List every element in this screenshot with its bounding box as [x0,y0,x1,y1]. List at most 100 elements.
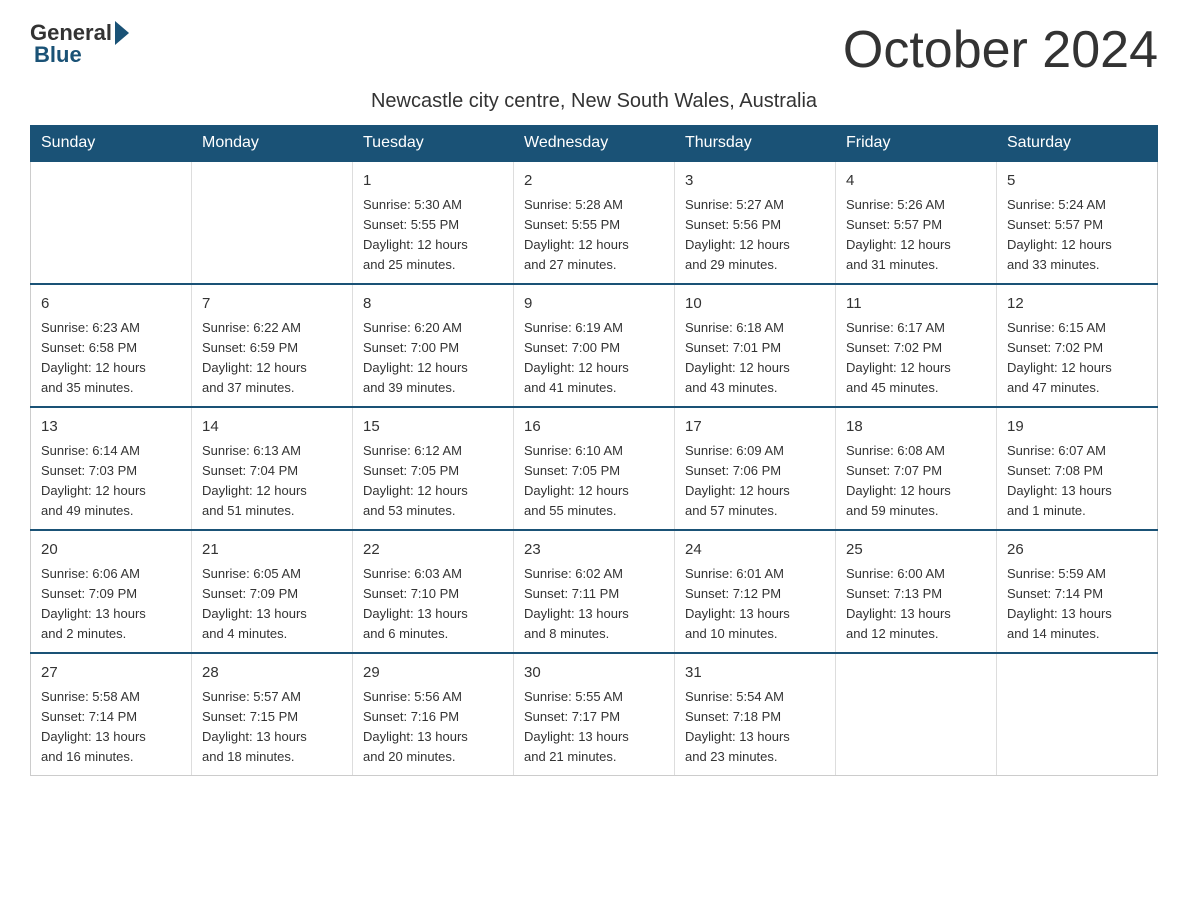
calendar-cell: 11Sunrise: 6:17 AMSunset: 7:02 PMDayligh… [836,284,997,407]
calendar-week-row: 27Sunrise: 5:58 AMSunset: 7:14 PMDayligh… [31,653,1158,776]
day-info: Sunrise: 6:22 AMSunset: 6:59 PMDaylight:… [202,318,342,399]
location-subtitle: Newcastle city centre, New South Wales, … [30,90,1158,113]
calendar-cell: 7Sunrise: 6:22 AMSunset: 6:59 PMDaylight… [192,284,353,407]
day-number: 25 [846,539,986,562]
day-number: 17 [685,416,825,439]
calendar-cell: 26Sunrise: 5:59 AMSunset: 7:14 PMDayligh… [997,530,1158,653]
day-number: 6 [41,293,181,316]
day-number: 23 [524,539,664,562]
calendar-cell: 24Sunrise: 6:01 AMSunset: 7:12 PMDayligh… [675,530,836,653]
day-info: Sunrise: 6:13 AMSunset: 7:04 PMDaylight:… [202,441,342,522]
calendar-cell [192,161,353,284]
calendar-cell: 29Sunrise: 5:56 AMSunset: 7:16 PMDayligh… [353,653,514,776]
calendar-header-sunday: Sunday [31,126,192,162]
day-number: 29 [363,662,503,685]
calendar-cell: 30Sunrise: 5:55 AMSunset: 7:17 PMDayligh… [514,653,675,776]
day-number: 3 [685,170,825,193]
calendar-cell: 16Sunrise: 6:10 AMSunset: 7:05 PMDayligh… [514,407,675,530]
day-info: Sunrise: 5:54 AMSunset: 7:18 PMDaylight:… [685,687,825,768]
calendar-cell: 20Sunrise: 6:06 AMSunset: 7:09 PMDayligh… [31,530,192,653]
day-number: 24 [685,539,825,562]
day-number: 2 [524,170,664,193]
day-number: 15 [363,416,503,439]
day-number: 5 [1007,170,1147,193]
calendar-cell: 31Sunrise: 5:54 AMSunset: 7:18 PMDayligh… [675,653,836,776]
calendar-cell: 25Sunrise: 6:00 AMSunset: 7:13 PMDayligh… [836,530,997,653]
calendar-week-row: 6Sunrise: 6:23 AMSunset: 6:58 PMDaylight… [31,284,1158,407]
calendar-cell: 5Sunrise: 5:24 AMSunset: 5:57 PMDaylight… [997,161,1158,284]
calendar-header-monday: Monday [192,126,353,162]
day-number: 28 [202,662,342,685]
day-info: Sunrise: 6:05 AMSunset: 7:09 PMDaylight:… [202,564,342,645]
day-info: Sunrise: 6:06 AMSunset: 7:09 PMDaylight:… [41,564,181,645]
day-number: 19 [1007,416,1147,439]
day-info: Sunrise: 6:18 AMSunset: 7:01 PMDaylight:… [685,318,825,399]
day-number: 7 [202,293,342,316]
calendar-cell: 14Sunrise: 6:13 AMSunset: 7:04 PMDayligh… [192,407,353,530]
day-info: Sunrise: 5:24 AMSunset: 5:57 PMDaylight:… [1007,195,1147,276]
day-info: Sunrise: 6:14 AMSunset: 7:03 PMDaylight:… [41,441,181,522]
day-number: 20 [41,539,181,562]
day-number: 11 [846,293,986,316]
day-info: Sunrise: 6:07 AMSunset: 7:08 PMDaylight:… [1007,441,1147,522]
day-number: 31 [685,662,825,685]
day-info: Sunrise: 5:27 AMSunset: 5:56 PMDaylight:… [685,195,825,276]
day-info: Sunrise: 5:30 AMSunset: 5:55 PMDaylight:… [363,195,503,276]
calendar-cell: 9Sunrise: 6:19 AMSunset: 7:00 PMDaylight… [514,284,675,407]
logo-arrow-icon [115,21,129,45]
day-info: Sunrise: 6:15 AMSunset: 7:02 PMDaylight:… [1007,318,1147,399]
calendar-cell [31,161,192,284]
calendar-header-tuesday: Tuesday [353,126,514,162]
calendar-cell: 21Sunrise: 6:05 AMSunset: 7:09 PMDayligh… [192,530,353,653]
day-info: Sunrise: 5:59 AMSunset: 7:14 PMDaylight:… [1007,564,1147,645]
day-number: 13 [41,416,181,439]
calendar-cell: 8Sunrise: 6:20 AMSunset: 7:00 PMDaylight… [353,284,514,407]
day-info: Sunrise: 6:01 AMSunset: 7:12 PMDaylight:… [685,564,825,645]
calendar-header-saturday: Saturday [997,126,1158,162]
calendar-cell: 27Sunrise: 5:58 AMSunset: 7:14 PMDayligh… [31,653,192,776]
calendar-cell: 23Sunrise: 6:02 AMSunset: 7:11 PMDayligh… [514,530,675,653]
logo-blue-text: Blue [30,42,82,68]
day-info: Sunrise: 6:09 AMSunset: 7:06 PMDaylight:… [685,441,825,522]
day-info: Sunrise: 6:00 AMSunset: 7:13 PMDaylight:… [846,564,986,645]
calendar-cell: 19Sunrise: 6:07 AMSunset: 7:08 PMDayligh… [997,407,1158,530]
day-info: Sunrise: 6:12 AMSunset: 7:05 PMDaylight:… [363,441,503,522]
day-number: 14 [202,416,342,439]
calendar-header-row: SundayMondayTuesdayWednesdayThursdayFrid… [31,126,1158,162]
day-number: 22 [363,539,503,562]
day-info: Sunrise: 5:55 AMSunset: 7:17 PMDaylight:… [524,687,664,768]
day-info: Sunrise: 6:17 AMSunset: 7:02 PMDaylight:… [846,318,986,399]
calendar-cell: 17Sunrise: 6:09 AMSunset: 7:06 PMDayligh… [675,407,836,530]
day-info: Sunrise: 5:57 AMSunset: 7:15 PMDaylight:… [202,687,342,768]
calendar-table: SundayMondayTuesdayWednesdayThursdayFrid… [30,125,1158,776]
day-number: 27 [41,662,181,685]
calendar-cell [836,653,997,776]
calendar-header-thursday: Thursday [675,126,836,162]
day-info: Sunrise: 6:02 AMSunset: 7:11 PMDaylight:… [524,564,664,645]
logo: General Blue [30,20,129,68]
calendar-week-row: 13Sunrise: 6:14 AMSunset: 7:03 PMDayligh… [31,407,1158,530]
day-info: Sunrise: 6:20 AMSunset: 7:00 PMDaylight:… [363,318,503,399]
month-title: October 2024 [843,20,1158,80]
calendar-cell [997,653,1158,776]
calendar-header-wednesday: Wednesday [514,126,675,162]
day-number: 1 [363,170,503,193]
calendar-cell: 15Sunrise: 6:12 AMSunset: 7:05 PMDayligh… [353,407,514,530]
day-number: 8 [363,293,503,316]
calendar-cell: 1Sunrise: 5:30 AMSunset: 5:55 PMDaylight… [353,161,514,284]
calendar-cell: 22Sunrise: 6:03 AMSunset: 7:10 PMDayligh… [353,530,514,653]
day-info: Sunrise: 5:56 AMSunset: 7:16 PMDaylight:… [363,687,503,768]
day-info: Sunrise: 6:23 AMSunset: 6:58 PMDaylight:… [41,318,181,399]
calendar-cell: 12Sunrise: 6:15 AMSunset: 7:02 PMDayligh… [997,284,1158,407]
day-info: Sunrise: 5:26 AMSunset: 5:57 PMDaylight:… [846,195,986,276]
calendar-cell: 28Sunrise: 5:57 AMSunset: 7:15 PMDayligh… [192,653,353,776]
day-info: Sunrise: 5:28 AMSunset: 5:55 PMDaylight:… [524,195,664,276]
calendar-cell: 3Sunrise: 5:27 AMSunset: 5:56 PMDaylight… [675,161,836,284]
calendar-week-row: 1Sunrise: 5:30 AMSunset: 5:55 PMDaylight… [31,161,1158,284]
day-number: 30 [524,662,664,685]
day-info: Sunrise: 6:03 AMSunset: 7:10 PMDaylight:… [363,564,503,645]
calendar-cell: 13Sunrise: 6:14 AMSunset: 7:03 PMDayligh… [31,407,192,530]
day-number: 9 [524,293,664,316]
calendar-week-row: 20Sunrise: 6:06 AMSunset: 7:09 PMDayligh… [31,530,1158,653]
calendar-header-friday: Friday [836,126,997,162]
